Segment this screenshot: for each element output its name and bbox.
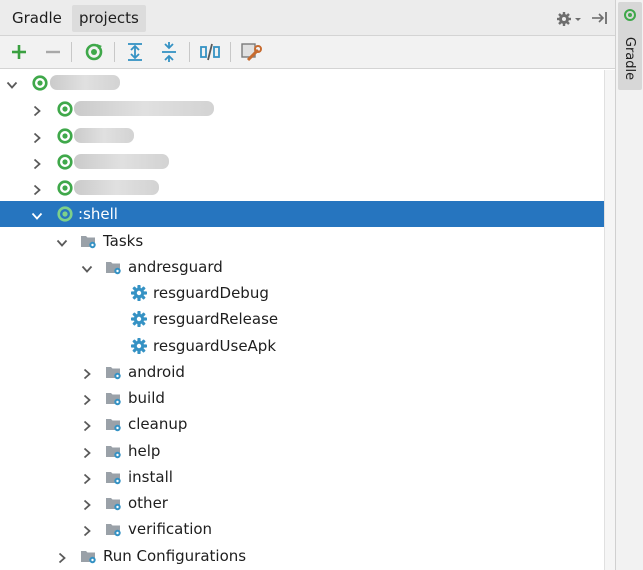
task-folder-icon [105,363,123,381]
tree-node-label: andresguard [128,257,223,276]
tree-node-label: other [128,494,168,512]
task-folder-icon [105,520,123,538]
tree-node-label: resguardRelease [153,310,279,329]
gradle-task-gear-icon [130,310,148,328]
tree-row-root[interactable] [0,70,604,96]
tab-gradle[interactable]: Gradle [5,5,69,32]
chevron-right-icon[interactable] [31,156,43,169]
gradle-module-icon [31,74,49,92]
tree-row-module[interactable] [0,149,604,175]
tree-row-module[interactable] [0,96,604,122]
task-folder-icon [105,468,123,486]
chevron-down-icon[interactable] [31,208,43,221]
tree-node-label: cleanup [128,415,188,434]
tool-window-header: Gradle projects [0,0,615,36]
side-tab-label: Gradle [622,36,638,80]
tree-row-andresguard[interactable]: andresguard [0,254,604,280]
tree-row-task[interactable]: resguardDebug [0,280,604,306]
chevron-right-icon[interactable] [81,523,93,537]
gradle-toolbar [0,36,615,69]
tree-row-task-group[interactable]: help [0,438,604,464]
tree-row-task-group[interactable]: other [0,490,604,516]
tree-row-task-group[interactable]: cleanup [0,411,604,437]
vertical-scrollbar[interactable] [604,70,615,570]
tree-row-task-group[interactable]: verification [0,516,604,542]
tree-row-task[interactable]: resguardUseApk [0,333,604,359]
tree-row-tasks[interactable]: Tasks [0,228,604,254]
tree-node-label: android [128,362,185,381]
task-folder-icon [80,232,98,250]
chevron-right-icon[interactable] [81,497,93,511]
redacted-label [74,101,214,117]
chevron-right-icon[interactable] [81,366,93,379]
tree-row-task-group[interactable]: build [0,385,604,411]
tree-row-task-group[interactable]: install [0,464,604,490]
redacted-label [74,153,169,169]
chevron-down-icon[interactable] [56,235,68,247]
gradle-side-tab[interactable]: Gradle [618,2,642,90]
chevron-right-icon[interactable] [56,550,68,563]
tree-node-label: resguardDebug [153,284,269,302]
redacted-label [50,75,120,90]
task-folder-icon [105,494,123,512]
chevron-right-icon[interactable] [81,392,93,406]
refresh-icon[interactable] [82,41,106,63]
toolbar-separator [114,42,115,62]
gradle-module-icon [56,205,74,223]
hide-panel-icon[interactable] [590,9,610,27]
tree-row-shell[interactable]: :shell [0,201,604,228]
gradle-module-icon [56,127,74,145]
toolbar-separator [230,42,231,62]
tab-projects[interactable]: projects [72,5,146,32]
tree-node-label: :shell [78,205,118,224]
expand-all-icon[interactable] [123,41,147,63]
tree-node-label: install [128,467,173,486]
gear-icon[interactable] [556,9,582,29]
chevron-right-icon[interactable] [31,130,43,143]
tree-row-module[interactable] [0,123,604,149]
chevron-right-icon[interactable] [31,182,43,196]
tree-row-run-configurations[interactable]: Run Configurations [0,543,604,569]
tree-node-label: Run Configurations [103,546,247,565]
gradle-module-icon [56,100,74,118]
settings-wrench-icon[interactable] [239,41,263,63]
toggle-offline-icon[interactable] [198,41,222,63]
tree-node-label: help [128,441,161,460]
gradle-module-icon [56,153,74,171]
task-folder-icon [105,389,123,407]
collapse-all-icon[interactable] [157,41,181,63]
toolbar-separator [189,42,190,62]
chevron-right-icon[interactable] [81,418,93,432]
redacted-label [74,180,159,195]
task-folder-icon [105,415,123,433]
task-folder-icon [105,258,123,276]
tree-row-module[interactable] [0,175,604,201]
tree-node-label: resguardUseApk [153,336,277,355]
gradle-module-icon [56,179,74,197]
tree-node-label: Tasks [103,231,144,250]
right-tool-stripe: Gradle [615,0,643,570]
gradle-tree: :shell Tasks andresguard resguardDebug resgu… [0,70,604,570]
tree-node-label: verification [128,520,213,539]
chevron-right-icon[interactable] [81,471,93,484]
add-icon[interactable] [7,41,31,63]
chevron-right-icon[interactable] [31,103,43,117]
toolbar-separator [71,42,72,62]
chevron-right-icon[interactable] [81,445,93,458]
tree-row-task[interactable]: resguardRelease [0,306,604,332]
gradle-task-gear-icon [130,337,148,355]
remove-icon[interactable] [41,41,65,63]
gradle-icon [624,9,636,21]
chevron-down-icon[interactable] [81,261,93,273]
task-folder-icon [80,547,98,565]
redacted-label [74,127,134,143]
task-folder-icon [105,442,123,460]
chevron-down-icon[interactable] [6,77,18,89]
tree-row-task-group[interactable]: android [0,359,604,385]
tree-node-label: build [128,389,165,407]
gradle-task-gear-icon [130,284,148,302]
